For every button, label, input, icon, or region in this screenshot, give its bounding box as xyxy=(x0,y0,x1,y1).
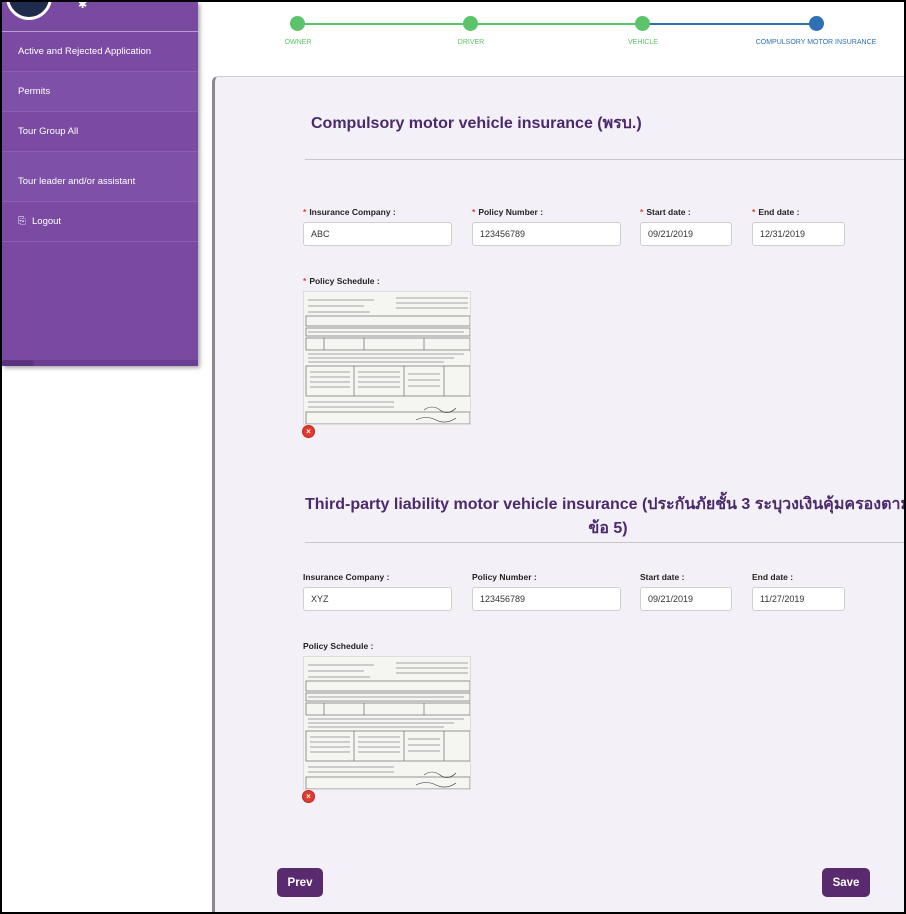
insurance-company-label: * Insurance Company : xyxy=(303,207,396,217)
save-button[interactable]: Save xyxy=(822,868,870,897)
sidebar-item-active-rejected[interactable]: Active and Rejected Application xyxy=(2,32,198,72)
step-insurance-label: COMPULSORY MOTOR INSURANCE xyxy=(755,39,877,46)
document-image xyxy=(304,292,470,424)
compulsory-section-title: Compulsory motor vehicle insurance (พรบ.… xyxy=(311,115,642,132)
end-date-label: End date : xyxy=(752,572,794,582)
remove-file-icon[interactable]: × xyxy=(303,426,314,437)
step-owner-label: OWNER xyxy=(284,39,312,46)
sidebar-item-label: Permits xyxy=(18,86,51,97)
prev-button[interactable]: Prev xyxy=(277,868,323,897)
start-date-label: Start date : xyxy=(640,572,685,582)
step-connector xyxy=(470,23,642,25)
sidebar-item-label: Tour leader and/or assistant xyxy=(18,176,136,187)
gear-icon[interactable]: ✱ xyxy=(78,2,87,11)
sidebar-scrollbar[interactable] xyxy=(2,360,198,366)
required-marker: * xyxy=(303,276,307,286)
end-date-field[interactable]: 12/31/2019 xyxy=(752,222,845,246)
insurance-company-field[interactable]: XYZ xyxy=(303,587,452,611)
policy-number-label: * Policy Number : xyxy=(472,207,544,217)
section-divider xyxy=(305,159,906,160)
insurance-form-card: Compulsory motor vehicle insurance (พรบ.… xyxy=(212,76,906,914)
sidebar-item-tour-leader[interactable]: Tour leader and/or assistant xyxy=(2,152,198,202)
insurance-company-label: Insurance Company : xyxy=(303,572,390,582)
third-party-section-title: Third-party liability motor vehicle insu… xyxy=(305,496,906,537)
policy-schedule-document-thumbnail[interactable] xyxy=(303,291,471,425)
sidebar-item-label: Active and Rejected Application xyxy=(18,46,152,57)
progress-stepper: OWNER DRIVER VEHICLE COMPULSORY MOTOR IN… xyxy=(210,8,900,58)
required-marker: * xyxy=(640,207,644,217)
step-connector xyxy=(298,23,470,25)
insurance-company-field[interactable]: ABC xyxy=(303,222,452,246)
sidebar-item-label: Tour Group All xyxy=(18,126,79,137)
end-date-label: * End date : xyxy=(752,207,800,217)
logout-icon: ⎘ xyxy=(18,216,26,227)
sidebar: ✱ Active and Rejected Application Permit… xyxy=(2,2,198,366)
policy-schedule-document-thumbnail[interactable] xyxy=(303,656,471,790)
policy-number-field[interactable]: 123456789 xyxy=(472,587,621,611)
policy-schedule-label: * Policy Schedule : xyxy=(303,276,380,286)
sidebar-item-label: Logout xyxy=(32,216,62,227)
policy-number-field[interactable]: 123456789 xyxy=(472,222,621,246)
logo-area: ✱ xyxy=(2,2,198,32)
document-image xyxy=(304,657,470,789)
required-marker: * xyxy=(472,207,476,217)
start-date-label: * Start date : xyxy=(640,207,691,217)
start-date-field[interactable]: 09/21/2019 xyxy=(640,222,732,246)
required-marker: * xyxy=(303,207,307,217)
step-vehicle-label: VEHICLE xyxy=(628,39,658,46)
policy-schedule-label: Policy Schedule : xyxy=(303,641,374,651)
step-insurance-dot[interactable] xyxy=(809,16,824,31)
step-owner-dot[interactable] xyxy=(290,16,305,31)
required-marker: * xyxy=(752,207,756,217)
start-date-field[interactable]: 09/21/2019 xyxy=(640,587,732,611)
policy-number-label: Policy Number : xyxy=(472,572,537,582)
step-connector xyxy=(642,23,816,25)
remove-file-icon[interactable]: × xyxy=(303,791,314,802)
sidebar-scrollbar-thumb[interactable] xyxy=(2,360,34,366)
sidebar-item-tour-group-all[interactable]: Tour Group All xyxy=(2,112,198,152)
step-driver-label: DRIVER xyxy=(457,39,485,46)
section-divider xyxy=(305,542,906,543)
step-vehicle-dot[interactable] xyxy=(635,16,650,31)
step-driver-dot[interactable] xyxy=(463,16,478,31)
sidebar-item-logout[interactable]: ⎘ Logout xyxy=(2,202,198,242)
app-logo[interactable] xyxy=(6,2,52,20)
end-date-field[interactable]: 11/27/2019 xyxy=(752,587,845,611)
sidebar-item-permits[interactable]: Permits xyxy=(2,72,198,112)
